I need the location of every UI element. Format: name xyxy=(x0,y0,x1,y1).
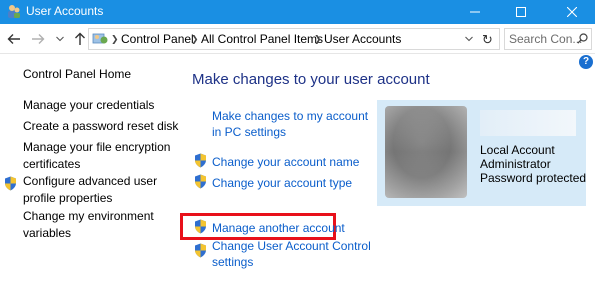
back-arrow-icon xyxy=(7,34,20,44)
link-label-line-2: settings xyxy=(212,255,254,269)
change-environment-variables-link[interactable]: Change my environment variables xyxy=(23,208,154,242)
minimize-icon xyxy=(470,11,480,13)
change-account-name-link[interactable]: Change your account name xyxy=(212,154,359,170)
link-label-line-2: certificates xyxy=(23,157,81,171)
title-bar: User Accounts xyxy=(0,0,595,24)
help-icon[interactable]: ? xyxy=(579,55,593,69)
avatar-overlay xyxy=(385,106,467,198)
forward-arrow-icon xyxy=(32,34,45,44)
link-label: Manage your file encryption xyxy=(23,140,171,154)
search-icon xyxy=(577,33,588,44)
uac-shield-icon xyxy=(195,219,206,234)
breadcrumb-control-panel[interactable]: Control Panel xyxy=(121,32,194,46)
pc-settings-link[interactable]: Make changes to my account in PC setting… xyxy=(212,108,368,140)
breadcrumb-all-items[interactable]: All Control Panel Items xyxy=(201,32,323,46)
link-label: Make changes to my account xyxy=(212,109,369,123)
link-label: Change my environment xyxy=(23,209,154,223)
page-title: Make changes to your user account xyxy=(192,71,430,88)
control-panel-home-link[interactable]: Control Panel Home xyxy=(23,66,131,83)
link-label-line-2: profile properties xyxy=(23,191,113,205)
breadcrumb-separator-icon: ❯ xyxy=(314,34,322,44)
up-arrow-icon xyxy=(75,32,85,45)
breadcrumb-user-accounts[interactable]: User Accounts xyxy=(324,32,401,46)
account-name-redacted xyxy=(480,110,576,136)
breadcrumb-separator-icon: ❯ xyxy=(111,34,119,44)
maximize-icon xyxy=(516,7,526,17)
link-label: Create a password reset disk xyxy=(23,119,179,133)
up-button[interactable] xyxy=(72,31,88,47)
back-button[interactable] xyxy=(6,31,22,47)
create-password-reset-disk-link[interactable]: Create a password reset disk xyxy=(23,118,178,135)
manage-file-encryption-link[interactable]: Manage your file encryption certificates xyxy=(23,139,170,173)
window-title: User Accounts xyxy=(26,4,104,18)
close-icon xyxy=(567,7,577,17)
address-dropdown-icon[interactable] xyxy=(465,34,473,44)
close-button[interactable] xyxy=(549,0,595,24)
forward-button[interactable] xyxy=(30,31,46,47)
link-label-line-2: variables xyxy=(23,226,72,240)
account-type-label: Local Account xyxy=(480,143,555,157)
address-toolbar: ❯ Control Panel ❯ All Control Panel Item… xyxy=(0,24,595,54)
user-accounts-icon xyxy=(8,5,20,18)
manage-credentials-link[interactable]: Manage your credentials xyxy=(23,97,154,114)
link-label: Change User Account Control xyxy=(212,239,371,253)
account-card: Local Account Administrator Password pro… xyxy=(377,100,586,206)
change-account-type-link[interactable]: Change your account type xyxy=(212,175,352,191)
account-password-status: Password protected xyxy=(480,171,587,185)
uac-shield-icon xyxy=(195,243,206,258)
control-panel-icon xyxy=(92,33,108,44)
search-placeholder: Search Con... xyxy=(509,32,583,46)
uac-shield-icon xyxy=(195,153,206,168)
recent-locations-button[interactable] xyxy=(52,31,68,47)
search-input[interactable]: Search Con... xyxy=(504,28,592,50)
maximize-button[interactable] xyxy=(498,0,544,24)
chevron-down-icon xyxy=(56,36,64,42)
configure-advanced-user-profile-link[interactable]: Configure advanced user profile properti… xyxy=(23,173,157,207)
refresh-icon[interactable]: ↻ xyxy=(482,32,493,48)
manage-another-account-link[interactable]: Manage another account xyxy=(212,220,345,236)
link-label-line-2: in PC settings xyxy=(212,125,287,139)
minimize-button[interactable] xyxy=(452,0,498,24)
address-field[interactable]: ❯ Control Panel ❯ All Control Panel Item… xyxy=(88,28,500,50)
account-role-label: Administrator xyxy=(480,157,551,171)
breadcrumb-separator-icon: ❯ xyxy=(191,34,199,44)
link-label: Manage your credentials xyxy=(23,98,155,112)
change-uac-settings-link[interactable]: Change User Account Control settings xyxy=(212,238,371,270)
uac-shield-icon xyxy=(195,174,206,189)
link-label: Configure advanced user xyxy=(23,174,158,188)
uac-shield-icon xyxy=(5,176,16,191)
